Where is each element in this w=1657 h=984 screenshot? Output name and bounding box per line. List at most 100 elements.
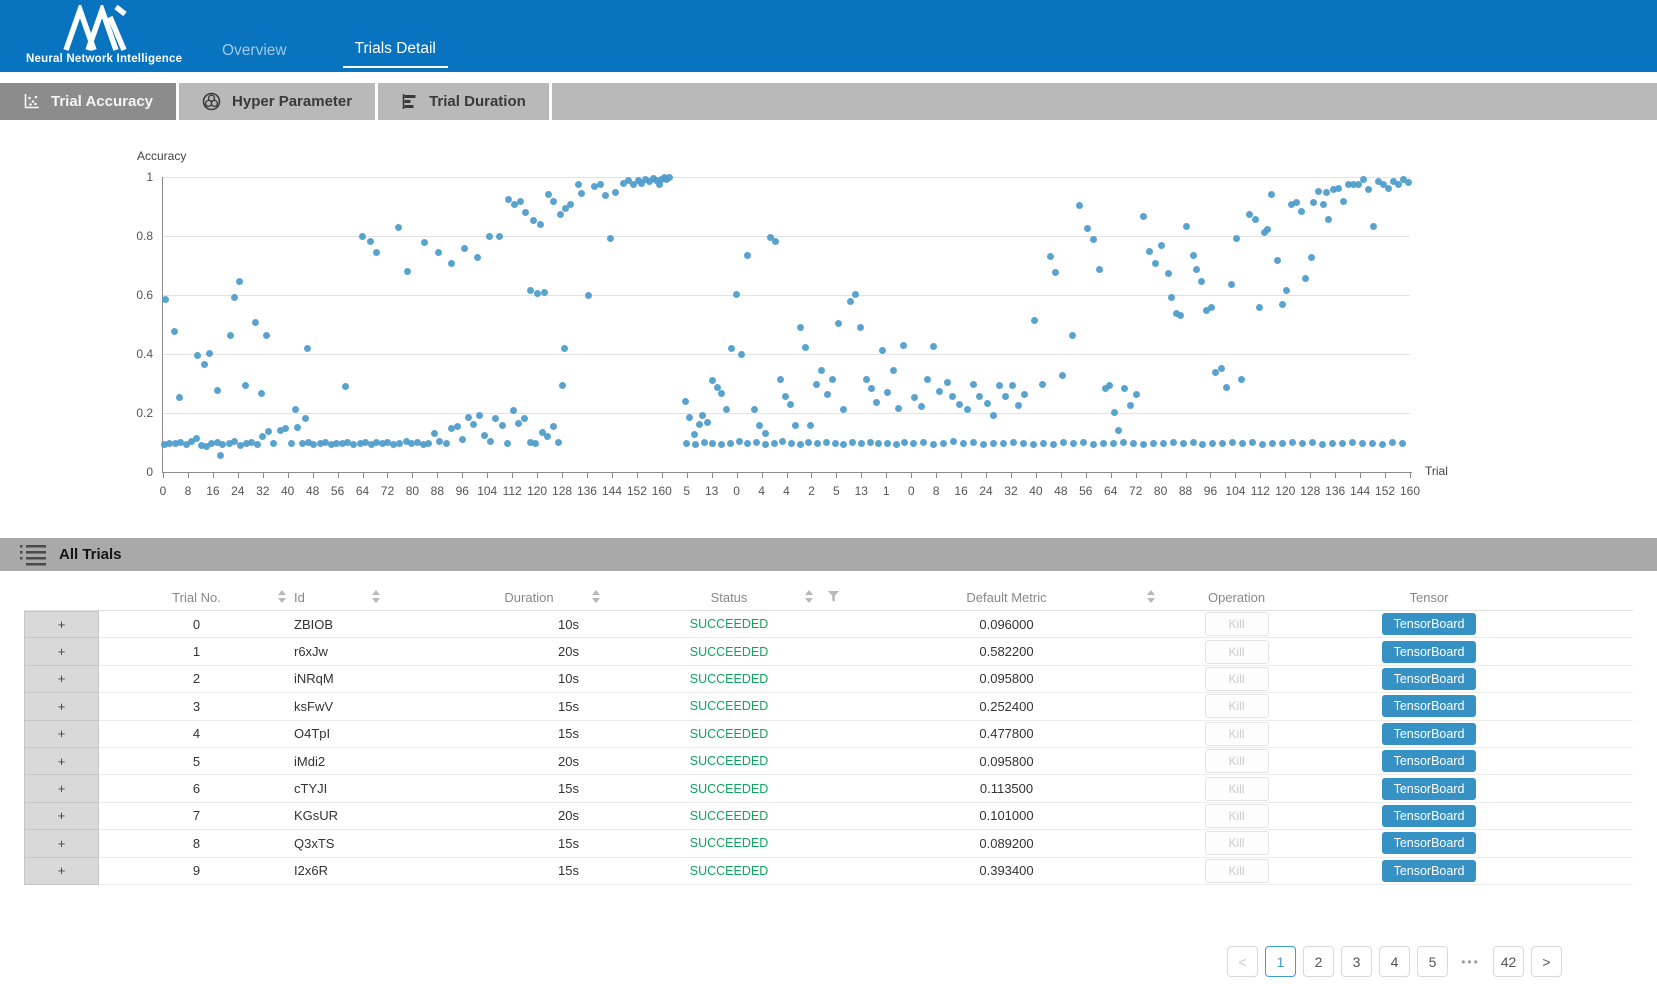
nav-tab-trials-detail[interactable]: Trials Detail xyxy=(343,40,448,68)
scatter-point xyxy=(779,438,786,445)
tensorboard-button[interactable]: TensorBoard xyxy=(1382,723,1476,745)
pagination-next-button[interactable]: > xyxy=(1531,946,1562,977)
kill-button[interactable]: Kill xyxy=(1205,859,1269,883)
expand-row-button[interactable]: + xyxy=(24,803,99,830)
filter-icon-status[interactable] xyxy=(828,591,839,602)
expand-row-button[interactable]: + xyxy=(24,830,99,857)
kill-button[interactable]: Kill xyxy=(1205,612,1269,636)
expand-row-button[interactable]: + xyxy=(24,666,99,693)
scatter-point xyxy=(1365,186,1372,193)
pagination-page-5[interactable]: 5 xyxy=(1417,946,1448,977)
sort-icon-duration[interactable] xyxy=(592,590,600,603)
scatter-point xyxy=(960,440,967,447)
operation-cell: Kill xyxy=(1159,748,1314,775)
tensorboard-button[interactable]: TensorBoard xyxy=(1382,860,1476,882)
scatter-point xyxy=(1298,208,1305,215)
y-axis-line xyxy=(162,177,163,473)
header-label: Duration xyxy=(504,590,553,605)
scatter-point xyxy=(1170,439,1177,446)
scatter-point xyxy=(984,400,991,407)
filler-cell xyxy=(1544,638,1633,665)
expand-row-button[interactable]: + xyxy=(24,721,99,748)
tensorboard-button[interactable]: TensorBoard xyxy=(1382,695,1476,717)
kill-button[interactable]: Kill xyxy=(1205,804,1269,828)
scatter-point xyxy=(265,428,272,435)
tab-label: Trial Accuracy xyxy=(51,93,153,110)
tab-hyper-parameter[interactable]: Hyper Parameter xyxy=(179,83,378,120)
tensorboard-button[interactable]: TensorBoard xyxy=(1382,805,1476,827)
scatter-point xyxy=(217,452,224,459)
scatter-point xyxy=(733,291,740,298)
kill-button[interactable]: Kill xyxy=(1205,722,1269,746)
scatter-point xyxy=(555,439,562,446)
scatter-point xyxy=(373,249,380,256)
tensorboard-button[interactable]: TensorBoard xyxy=(1382,613,1476,635)
scatter-point xyxy=(875,440,882,447)
y-tick-label: 0 xyxy=(115,465,153,479)
scatter-point xyxy=(863,376,870,383)
expand-row-button[interactable]: + xyxy=(24,748,99,775)
expand-row-button[interactable]: + xyxy=(24,775,99,802)
tensorboard-button[interactable]: TensorBoard xyxy=(1382,778,1476,800)
tensorboard-button[interactable]: TensorBoard xyxy=(1382,668,1476,690)
scatter-point xyxy=(1198,278,1205,285)
expand-row-button[interactable]: + xyxy=(24,638,99,665)
scatter-point xyxy=(602,192,609,199)
tab-trial-accuracy[interactable]: Trial Accuracy xyxy=(0,83,179,120)
scatter-point xyxy=(802,344,809,351)
pagination-page-3[interactable]: 3 xyxy=(1341,946,1372,977)
tensorboard-button[interactable]: TensorBoard xyxy=(1382,750,1476,772)
pagination-page-1[interactable]: 1 xyxy=(1265,946,1296,977)
scatter-point xyxy=(930,441,937,448)
list-icon xyxy=(20,544,46,566)
scatter-point xyxy=(1208,304,1215,311)
sort-icon-default-metric[interactable] xyxy=(1147,590,1155,603)
scatter-point xyxy=(1076,202,1083,209)
duration-cell: 15s xyxy=(454,858,604,885)
scatter-point xyxy=(782,393,789,400)
scatter-point xyxy=(835,320,842,327)
kill-button[interactable]: Kill xyxy=(1205,667,1269,691)
pagination-page-42[interactable]: 42 xyxy=(1493,946,1524,977)
scatter-point xyxy=(541,289,548,296)
pagination-page-4[interactable]: 4 xyxy=(1379,946,1410,977)
duration-cell: 20s xyxy=(454,748,604,775)
scatter-point xyxy=(530,217,537,224)
accuracy-chart-panel: Accuracy Trial 00.20.40.60.8108162432404… xyxy=(0,120,1657,538)
all-trials-header: All Trials xyxy=(0,538,1657,571)
pagination-prev-button[interactable]: < xyxy=(1227,946,1258,977)
x-tick-mark xyxy=(487,473,488,478)
sort-icon-trial-no[interactable] xyxy=(278,590,286,603)
expand-row-button[interactable]: + xyxy=(24,858,99,885)
table-row: +1r6xJw20sSUCCEEDED0.582200KillTensorBoa… xyxy=(24,638,1633,665)
kill-button[interactable]: Kill xyxy=(1205,694,1269,718)
expand-row-button[interactable]: + xyxy=(24,693,99,720)
sort-icon-id[interactable] xyxy=(372,590,380,603)
scatter-point xyxy=(718,390,725,397)
pagination-page-2[interactable]: 2 xyxy=(1303,946,1334,977)
expand-row-button[interactable]: + xyxy=(24,611,99,638)
x-tick-mark xyxy=(1061,473,1062,478)
duration-cell: 15s xyxy=(454,693,604,720)
scatter-point xyxy=(797,441,804,448)
tensorboard-button[interactable]: TensorBoard xyxy=(1382,641,1476,663)
tensorboard-button[interactable]: TensorBoard xyxy=(1382,832,1476,854)
kill-button[interactable]: Kill xyxy=(1205,749,1269,773)
scatter-point xyxy=(550,423,557,430)
kill-button[interactable]: Kill xyxy=(1205,831,1269,855)
tab-trial-duration[interactable]: Trial Duration xyxy=(378,83,552,120)
kill-button[interactable]: Kill xyxy=(1205,777,1269,801)
status-badge: SUCCEEDED xyxy=(604,611,854,638)
trial-id-cell: O4TpI xyxy=(294,721,454,748)
scatter-point xyxy=(1070,440,1077,447)
duration-cell: 10s xyxy=(454,611,604,638)
duration-cell: 15s xyxy=(454,775,604,802)
scatter-point xyxy=(561,345,568,352)
scatter-point xyxy=(1302,275,1309,282)
sort-icon-status[interactable] xyxy=(805,590,813,603)
scatter-point xyxy=(1133,391,1140,398)
scatter-point xyxy=(709,440,716,447)
kill-button[interactable]: Kill xyxy=(1205,640,1269,664)
nav-tab-overview[interactable]: Overview xyxy=(222,42,287,72)
scatter-point xyxy=(496,233,503,240)
